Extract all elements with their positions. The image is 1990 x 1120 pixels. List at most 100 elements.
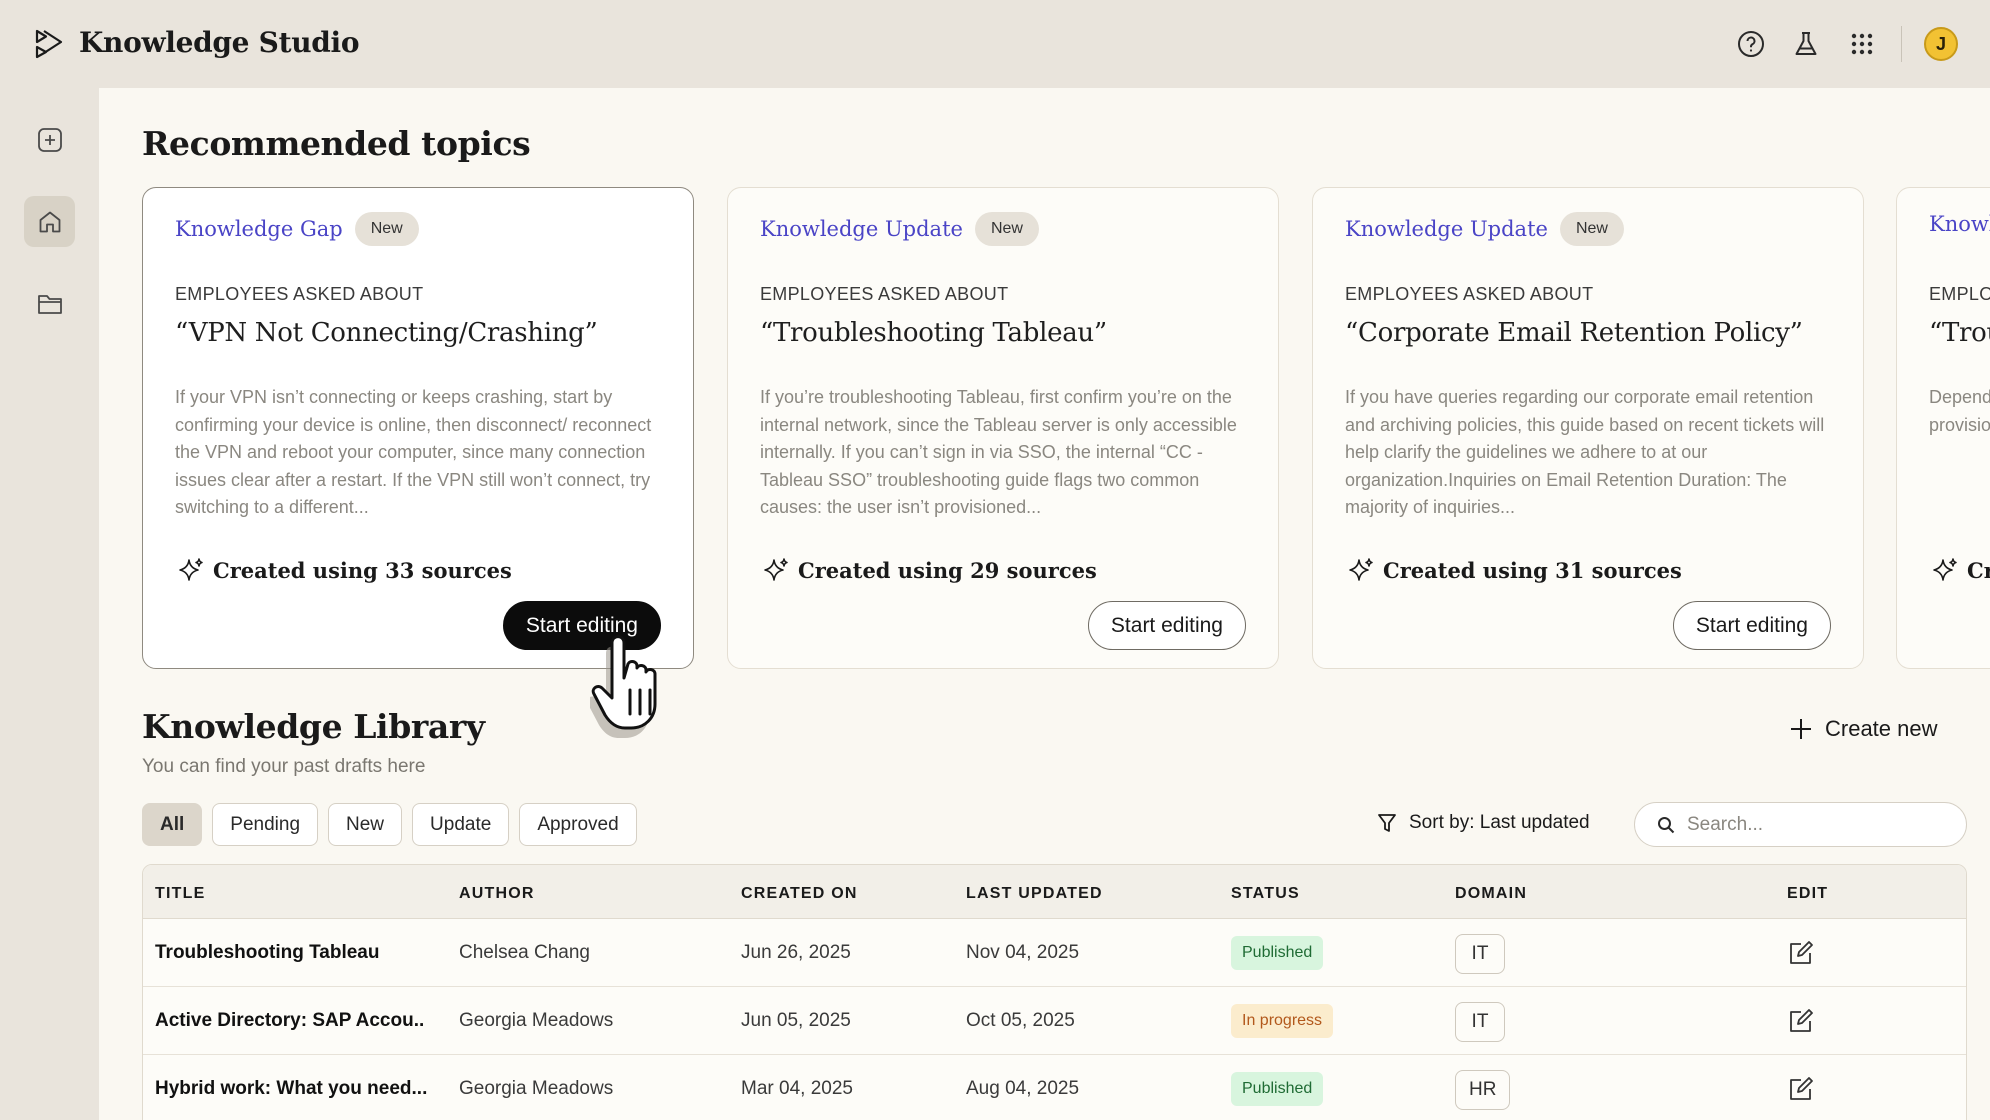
card-sources: Created using 29 sources: [762, 556, 1097, 584]
library-table: TITLE AUTHOR CREATED ON LAST UPDATED STA…: [142, 864, 1967, 1120]
start-editing-button[interactable]: Start editing: [502, 601, 661, 650]
search-field[interactable]: [1634, 802, 1967, 847]
table-row[interactable]: Troubleshooting Tableau Chelsea Chang Ju…: [143, 919, 1966, 987]
sidebar-item-folder[interactable]: [24, 278, 75, 329]
filter-pending[interactable]: Pending: [212, 803, 319, 846]
filter-all[interactable]: All: [142, 803, 203, 846]
plus-square-icon: [37, 127, 62, 152]
sources-label: Created using 29 sources: [798, 557, 1097, 583]
col-title[interactable]: TITLE: [155, 885, 205, 903]
topic-card[interactable]: Knowledge Update New EMPLOYEES ASKED ABO…: [727, 187, 1279, 669]
sources-label: Created using: [1967, 557, 1990, 583]
create-new-label: Create new: [1825, 716, 1938, 741]
help-icon[interactable]: [1737, 30, 1765, 58]
card-description: If you have queries regarding our corpor…: [1345, 387, 1825, 517]
edit-icon[interactable]: [1787, 939, 1815, 967]
row-created: Jun 05, 2025: [741, 1010, 851, 1031]
sort-dropdown[interactable]: Sort by: Last updated: [1377, 812, 1590, 834]
filter-new[interactable]: New: [328, 803, 403, 846]
card-header: Knowledge Update New: [760, 212, 1039, 246]
table-row[interactable]: Hybrid work: What you need... Georgia Me…: [143, 1055, 1966, 1120]
table-row[interactable]: Active Directory: SAP Accou.. Georgia Me…: [143, 987, 1966, 1055]
domain-tag: IT: [1455, 1002, 1505, 1042]
col-author[interactable]: AUTHOR: [459, 885, 535, 903]
filter-update[interactable]: Update: [412, 803, 510, 846]
filter-chips: All Pending New Update Approved: [142, 803, 637, 846]
sort-label: Sort by: Last updated: [1409, 812, 1590, 833]
search-input[interactable]: [1687, 813, 1947, 836]
col-updated[interactable]: LAST UPDATED: [966, 885, 1103, 903]
edit-icon[interactable]: [1787, 1007, 1815, 1035]
new-badge: New: [354, 212, 419, 246]
topic-card[interactable]: Knowledge Update New EMPLOYEES ASKED ABO…: [1312, 187, 1864, 669]
domain-tag: HR: [1455, 1070, 1511, 1110]
col-created[interactable]: CREATED ON: [741, 885, 858, 903]
sidebar-item-new[interactable]: [24, 114, 75, 165]
card-type: Knowledge Update: [1929, 212, 1990, 236]
topic-card[interactable]: Knowledge Gap New EMPLOYEES ASKED ABOUT …: [142, 187, 694, 669]
start-editing-button[interactable]: Start editing: [1087, 601, 1246, 650]
row-author: Georgia Meadows: [459, 1078, 614, 1099]
card-sources: Created using 31 sources: [1347, 556, 1682, 584]
flask-icon[interactable]: [1792, 30, 1820, 58]
card-question: “VPN Not Connecting/Crashing”: [175, 318, 598, 348]
plus-icon: [1791, 719, 1811, 739]
card-eyebrow: EMPLOYEES ASKED ABOUT: [1345, 284, 1594, 304]
library-title: Knowledge Library: [142, 707, 485, 746]
card-question: “Corporate Email Retention Policy”: [1345, 318, 1803, 348]
apps-grid-icon[interactable]: [1848, 30, 1876, 58]
card-header: Knowledge Update New: [1345, 212, 1624, 246]
sources-label: Created using 31 sources: [1383, 557, 1682, 583]
card-eyebrow: EMPLOYEES ASKED ABOUT: [175, 284, 424, 304]
row-title[interactable]: Active Directory: SAP Accou..: [155, 1010, 424, 1032]
sparkle-icon: [179, 558, 203, 581]
row-updated: Nov 04, 2025: [966, 942, 1080, 963]
card-sources: Created using: [1931, 556, 1990, 584]
card-description: If your VPN isn’t connecting or keeps cr…: [175, 387, 652, 517]
filter-approved[interactable]: Approved: [519, 803, 637, 846]
topic-card[interactable]: Knowledge Update EMPLOYEES ASKED ABOUT “…: [1896, 187, 1990, 669]
sidebar-item-home[interactable]: [24, 196, 75, 247]
row-created: Jun 26, 2025: [741, 942, 851, 963]
folder-icon: [37, 294, 62, 314]
top-bar: Knowledge Studio J: [0, 0, 1990, 88]
new-badge: New: [1559, 212, 1624, 246]
start-editing-button[interactable]: Start editing: [1672, 601, 1831, 650]
new-badge: New: [974, 212, 1039, 246]
sidebar: [0, 88, 99, 1120]
row-author: Chelsea Chang: [459, 942, 590, 963]
status-badge: Published: [1231, 1072, 1324, 1106]
card-eyebrow: EMPLOYEES ASKED ABOUT: [760, 284, 1009, 304]
col-domain[interactable]: DOMAIN: [1455, 885, 1527, 903]
card-description: Depending on your access level, some of …: [1929, 387, 1990, 435]
main-content: Recommended topics Knowledge Gap New EMP…: [99, 88, 1990, 1120]
row-title[interactable]: Hybrid work: What you need...: [155, 1078, 427, 1100]
topbar-divider: [1901, 26, 1902, 62]
domain-tag: IT: [1455, 934, 1505, 974]
app-title: Knowledge Studio: [79, 26, 360, 59]
recommended-title: Recommended topics: [142, 124, 531, 163]
user-avatar[interactable]: J: [1924, 27, 1958, 61]
card-type: Knowledge Update: [1345, 217, 1548, 241]
logo-icon: [35, 29, 63, 59]
row-updated: Aug 04, 2025: [966, 1078, 1080, 1099]
card-header: Knowledge Gap New: [175, 212, 419, 246]
edit-icon[interactable]: [1787, 1075, 1815, 1103]
filter-funnel-icon: [1378, 814, 1396, 832]
status-badge: Published: [1231, 936, 1324, 970]
table-header: TITLE AUTHOR CREATED ON LAST UPDATED STA…: [143, 865, 1966, 919]
search-icon: [1658, 816, 1675, 833]
sources-label: Created using 33 sources: [213, 557, 512, 583]
card-type: Knowledge Gap: [175, 217, 343, 241]
col-status[interactable]: STATUS: [1231, 885, 1300, 903]
home-icon: [39, 211, 60, 232]
card-description: If you’re troubleshooting Tableau, first…: [760, 387, 1237, 517]
card-sources: Created using 33 sources: [177, 556, 512, 584]
create-new-button[interactable]: Create new: [1789, 716, 1938, 742]
card-eyebrow: EMPLOYEES ASKED ABOUT: [1929, 284, 1990, 304]
card-header: Knowledge Update: [1929, 212, 1990, 236]
card-question: “Troubleshooting: [1929, 318, 1990, 348]
row-title[interactable]: Troubleshooting Tableau: [155, 942, 379, 964]
library-subtitle: You can find your past drafts here: [142, 756, 426, 777]
sparkle-icon: [764, 558, 788, 581]
